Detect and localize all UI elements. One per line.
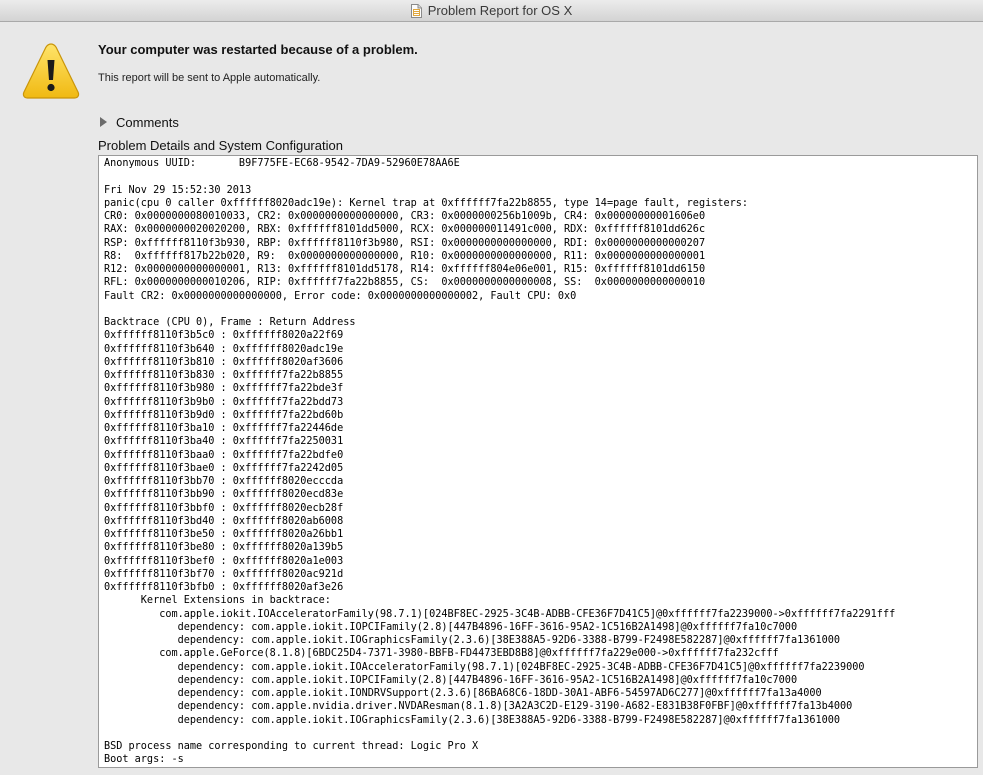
comments-label[interactable]: Comments bbox=[116, 115, 179, 130]
disclosure-triangle-icon[interactable] bbox=[100, 117, 107, 127]
alert-message: This report will be sent to Apple automa… bbox=[98, 72, 321, 84]
report-text-view[interactable]: Anonymous UUID: B9F775FE-EC68-9542-7DA9-… bbox=[98, 155, 978, 768]
details-heading: Problem Details and System Configuration bbox=[98, 138, 343, 153]
document-icon bbox=[410, 3, 422, 18]
window-title: Problem Report for OS X bbox=[427, 3, 573, 18]
warning-icon bbox=[22, 41, 80, 103]
title-group: Problem Report for OS X bbox=[0, 0, 983, 21]
comments-disclosure[interactable]: Comments bbox=[100, 114, 179, 130]
report-text[interactable]: Anonymous UUID: B9F775FE-EC68-9542-7DA9-… bbox=[99, 156, 977, 767]
window-titlebar[interactable]: Problem Report for OS X bbox=[0, 0, 983, 22]
alert-headline: Your computer was restarted because of a… bbox=[98, 42, 418, 57]
